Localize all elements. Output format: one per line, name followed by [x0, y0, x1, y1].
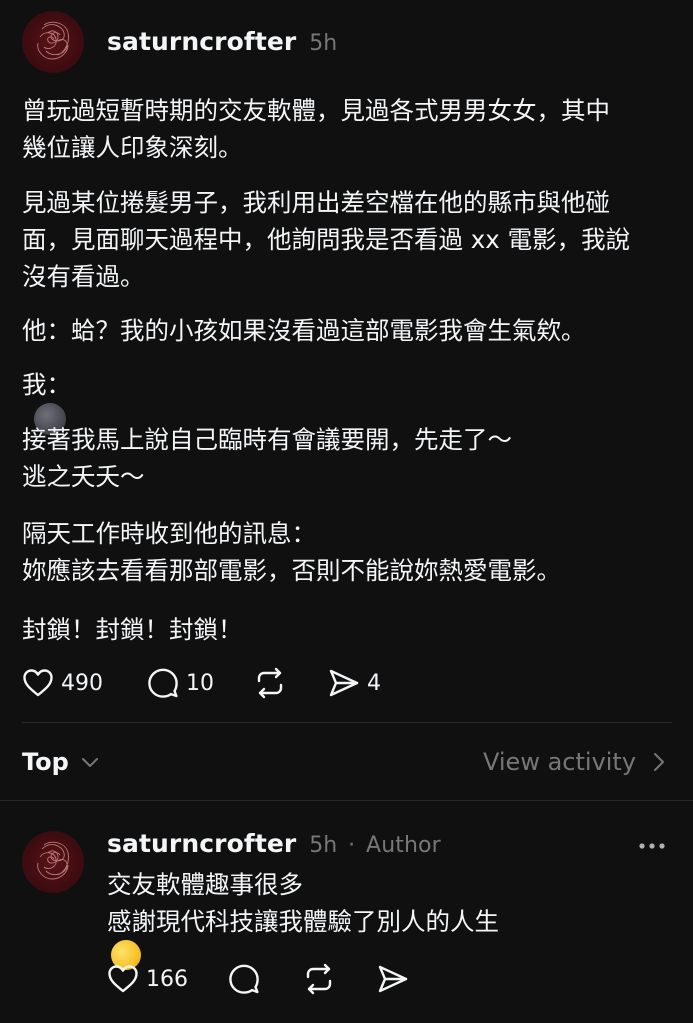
post-line: 幾位讓人印象深刻。 — [22, 133, 243, 162]
post-line: 妳應該去看看那部電影，否則不能說妳熱愛電影。 — [22, 556, 561, 585]
post-line: 沒有看過。 — [22, 262, 145, 291]
reply-comment-button[interactable] — [228, 961, 260, 997]
reply-separator: · — [348, 833, 356, 858]
comment-button[interactable]: 10 — [147, 665, 214, 701]
post-line: 見過某位捲髮男子，我利用出差空檔在他的縣市與他碰 — [22, 188, 610, 217]
post-line: 逃之夭夭～ — [22, 462, 145, 491]
reply-username[interactable]: saturncrofter 5h · Author — [107, 829, 441, 858]
like-button[interactable]: 490 — [22, 665, 103, 701]
repost-button[interactable] — [254, 665, 286, 701]
repost-icon — [306, 963, 332, 995]
heart-icon — [108, 965, 138, 993]
post-username-text[interactable]: saturncrofter — [107, 27, 296, 56]
post-line: 封鎖！封鎖！封鎖！ — [22, 615, 243, 644]
post-time: 5h — [309, 31, 338, 56]
avatar-image — [37, 21, 69, 60]
post-paragraph-6: 隔天工作時收到他的訊息： 妳應該去看看那部電影，否則不能說妳熱愛電影。 — [22, 515, 672, 589]
post-paragraph-3: 他：蛤？我的小孩如果沒看過這部電影我會生氣欸。 — [22, 312, 672, 349]
view-activity-link[interactable]: View activity — [483, 748, 666, 776]
reply-share-button[interactable] — [377, 961, 409, 997]
send-icon — [329, 669, 359, 697]
author-badge: Author — [366, 833, 441, 858]
post-line: 他：蛤？我的小孩如果沒看過這部電影我會生氣欸。 — [22, 316, 586, 345]
reply-username-text[interactable]: saturncrofter — [107, 829, 296, 858]
reply-repost-button[interactable] — [303, 961, 335, 997]
reply-line: 感謝現代科技讓我體驗了別人的人生 — [106, 903, 499, 975]
more-options-button[interactable] — [638, 838, 666, 852]
divider — [0, 800, 693, 801]
post-paragraph-7: 封鎖！封鎖！封鎖！ — [22, 611, 672, 648]
comment-icon — [148, 668, 178, 698]
heart-icon — [23, 669, 53, 697]
post-paragraph-2: 見過某位捲髮男子，我利用出差空檔在他的縣市與他碰 面，見面聊天過程中，他詢問我是… — [22, 184, 672, 295]
sort-dropdown[interactable]: Top — [22, 748, 99, 776]
send-icon — [378, 965, 408, 993]
more-icon — [639, 843, 665, 849]
repost-icon — [257, 667, 283, 699]
view-activity-label[interactable]: View activity — [483, 748, 636, 776]
post-paragraph-5: 接著我馬上說自己臨時有會議要開，先走了～ 逃之夭夭～ — [22, 421, 672, 495]
post-username[interactable]: saturncrofter 5h — [107, 27, 337, 56]
avatar[interactable] — [22, 11, 84, 73]
share-button[interactable]: 4 — [328, 665, 381, 701]
comment-icon — [229, 964, 259, 994]
reply-body: 交友軟體趣事很多 感謝現代科技讓我體驗了別人的人生 — [106, 866, 499, 975]
reply-time: 5h — [309, 833, 338, 858]
post-paragraph-1: 曾玩過短暫時期的交友軟體，見過各式男男女女，其中 幾位讓人印象深刻。 — [22, 92, 672, 166]
reply-like-button[interactable]: 166 — [107, 961, 188, 997]
comment-count: 10 — [186, 670, 214, 696]
chevron-right-icon[interactable] — [652, 752, 666, 772]
share-count: 4 — [367, 670, 381, 696]
reply-like-count: 166 — [146, 966, 188, 992]
sort-label[interactable]: Top — [22, 748, 69, 776]
post-line: 隔天工作時收到他的訊息： — [22, 519, 316, 548]
avatar-image — [37, 841, 69, 880]
reply-line: 交友軟體趣事很多 — [107, 870, 303, 899]
divider — [22, 722, 672, 723]
post-line: 面，見面聊天過程中，他詢問我是否看過 xx 電影，我說 — [22, 225, 631, 254]
post-line: 接著我馬上說自己臨時有會議要開，先走了～ — [22, 425, 512, 454]
like-count: 490 — [61, 670, 103, 696]
post-line: 曾玩過短暫時期的交友軟體，見過各式男男女女，其中 — [22, 96, 610, 125]
reply-avatar[interactable] — [22, 831, 84, 893]
chevron-down-icon[interactable] — [81, 756, 99, 768]
